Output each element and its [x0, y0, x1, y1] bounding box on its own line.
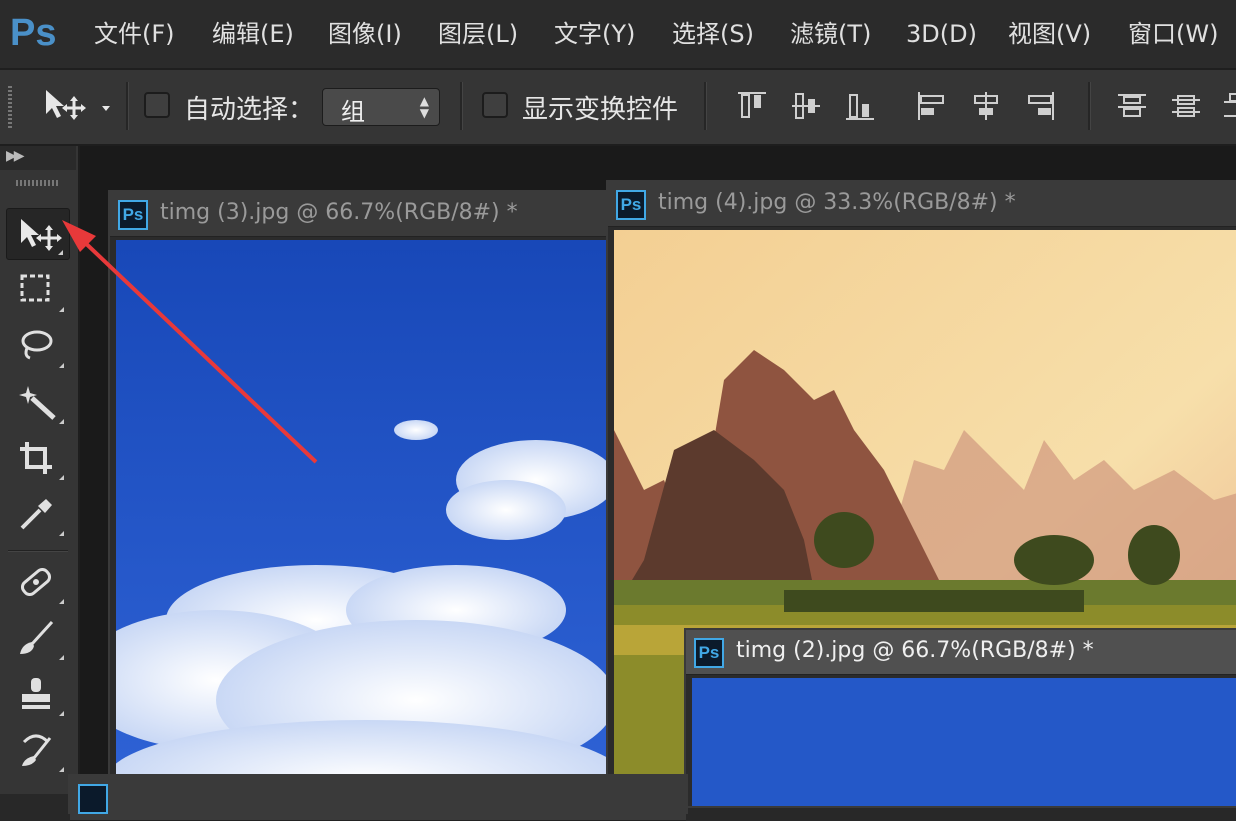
auto-select-label: 自动选择： [184, 95, 315, 125]
clone-stamp-tool[interactable] [6, 668, 70, 720]
magic-wand-icon [19, 386, 56, 420]
distribute-bottom-edges-icon[interactable] [1222, 90, 1236, 122]
expand-panel-icon[interactable]: ▶▶ [6, 148, 24, 164]
eyedropper-icon [20, 499, 52, 530]
lasso-tool[interactable] [6, 320, 70, 372]
menu-view[interactable]: 视图(V) [1008, 16, 1091, 52]
marquee-tool[interactable] [6, 264, 70, 316]
move-tool[interactable] [6, 208, 70, 260]
crop-tool[interactable] [6, 432, 70, 484]
document-window-timg3[interactable]: Ps timg (3).jpg @ 66.7%(RGB/8#) * [108, 190, 608, 794]
ps-file-icon: Ps [118, 200, 148, 230]
menu-layer[interactable]: 图层(L) [438, 16, 518, 52]
tool-preset-picker[interactable] [40, 86, 120, 126]
align-bottom-edges-icon[interactable] [844, 90, 876, 122]
menu-file[interactable]: 文件(F) [94, 16, 175, 52]
sky-clouds-image [116, 240, 606, 792]
dropdown-value: 组 [341, 98, 365, 126]
auto-select-checkbox[interactable] [144, 92, 170, 118]
menu-type[interactable]: 文字(Y) [554, 16, 635, 52]
ps-file-icon: Ps [616, 190, 646, 220]
align-vertical-centers-icon[interactable] [790, 90, 822, 122]
move-tool-icon [46, 90, 110, 120]
photoshop-logo: Ps [10, 12, 57, 54]
document-title: timg (3).jpg @ 66.7%(RGB/8#) * [160, 200, 518, 225]
rectangular-marquee-icon [20, 274, 50, 302]
menu-3d[interactable]: 3D(D) [906, 16, 977, 52]
dropdown-arrows-icon: ▲ ▼ [419, 94, 429, 120]
document-tab-partial[interactable] [70, 776, 686, 821]
menu-bar: Ps 文件(F) 编辑(E) 图像(I) 图层(L) 文字(Y) 选择(S) 滤… [0, 0, 1236, 70]
auto-select-target-dropdown[interactable]: 组 ▲ ▼ [322, 88, 440, 126]
align-top-edges-icon[interactable] [736, 90, 768, 122]
options-bar: 自动选择： 组 ▲ ▼ 显示变换控件 [0, 70, 1236, 146]
history-brush-icon [22, 734, 52, 766]
document-workspace: Ps timg (3).jpg @ 66.7%(RGB/8#) * Ps tim… [68, 146, 1236, 821]
history-brush-tool[interactable] [6, 724, 70, 776]
align-horizontal-centers-icon[interactable] [970, 90, 1002, 122]
show-transform-checkbox[interactable] [482, 92, 508, 118]
distribute-vertical-centers-icon[interactable] [1170, 90, 1202, 122]
ps-file-icon: Ps [694, 638, 724, 668]
magic-wand-tool[interactable] [6, 376, 70, 428]
menu-window[interactable]: 窗口(W) [1128, 16, 1218, 52]
brush-tool[interactable] [6, 612, 70, 664]
options-bar-grip[interactable] [8, 86, 12, 128]
tools-panel-header[interactable]: ▶▶ [0, 146, 76, 170]
move-tool-icon [21, 219, 62, 251]
document-window-timg2[interactable]: Ps timg (2).jpg @ 66.7%(RGB/8#) * [684, 628, 1236, 808]
eyedropper-tool[interactable] [6, 488, 70, 540]
document-tab-timg2[interactable]: Ps timg (2).jpg @ 66.7%(RGB/8#) * [686, 630, 1236, 675]
image-canvas-sky[interactable] [116, 240, 606, 792]
image-canvas-sky-2[interactable] [692, 678, 1236, 806]
align-left-edges-icon[interactable] [916, 90, 948, 122]
crop-icon [20, 442, 52, 474]
stamp-icon [22, 678, 50, 709]
bandage-icon [20, 567, 52, 597]
menu-edit[interactable]: 编辑(E) [212, 16, 294, 52]
lasso-icon [21, 330, 53, 360]
ps-file-icon [78, 784, 108, 814]
document-tab-timg4[interactable]: Ps timg (4).jpg @ 33.3%(RGB/8#) * [608, 182, 1236, 227]
healing-brush-tool[interactable] [6, 556, 70, 608]
tools-panel-grip[interactable] [16, 180, 58, 186]
menu-select[interactable]: 选择(S) [672, 16, 754, 52]
show-transform-label: 显示变换控件 [522, 95, 679, 125]
align-right-edges-icon[interactable] [1024, 90, 1056, 122]
brush-icon [20, 620, 54, 654]
menu-image[interactable]: 图像(I) [328, 16, 402, 52]
document-tab-timg3[interactable]: Ps timg (3).jpg @ 66.7%(RGB/8#) * [110, 192, 606, 237]
chevron-down-icon [102, 106, 110, 111]
menu-filter[interactable]: 滤镜(T) [790, 16, 871, 52]
document-title: timg (4).jpg @ 33.3%(RGB/8#) * [658, 190, 1016, 215]
document-title: timg (2).jpg @ 66.7%(RGB/8#) * [736, 638, 1094, 663]
document-window-partial[interactable] [68, 774, 688, 821]
blue-sky-image [692, 678, 1236, 806]
tools-panel: ▶▶ [0, 146, 80, 794]
distribute-top-edges-icon[interactable] [1116, 90, 1148, 122]
